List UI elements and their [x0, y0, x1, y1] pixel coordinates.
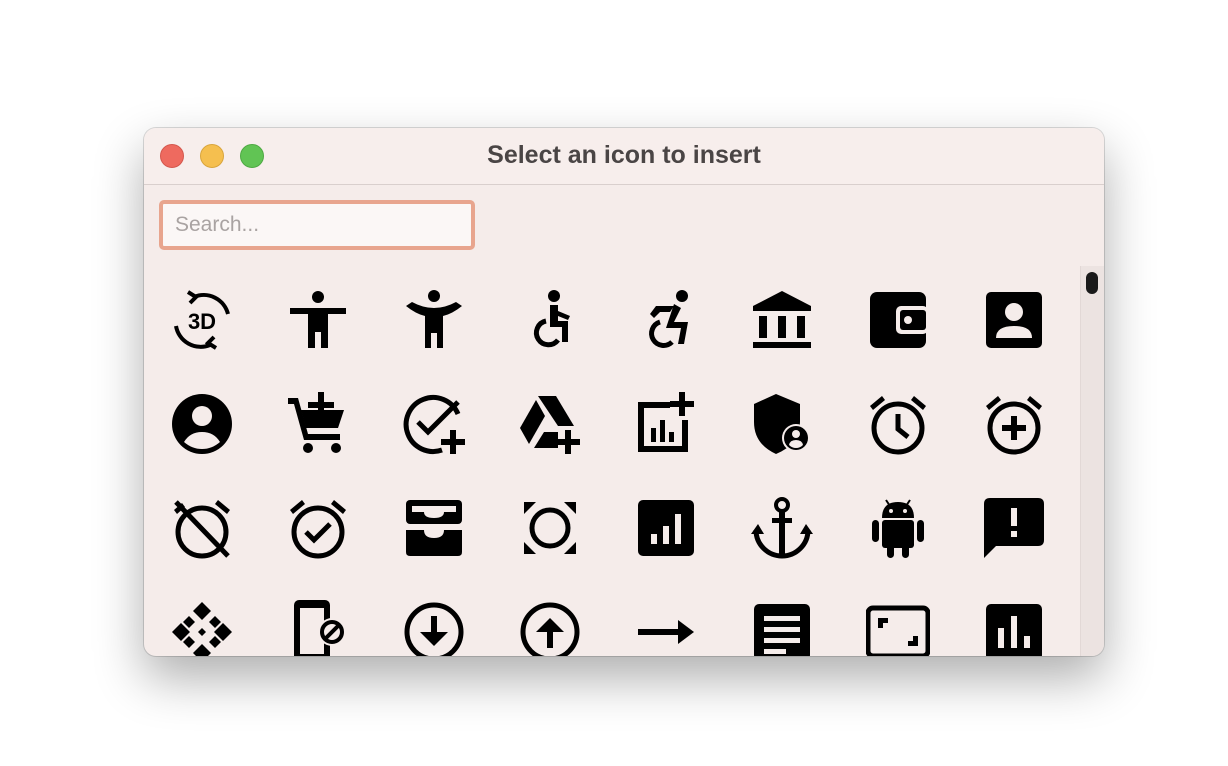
all-inbox-icon: [406, 500, 462, 556]
icon-cell[interactable]: [956, 268, 1072, 372]
add-shopping-cart-icon: [288, 392, 344, 453]
assessment-icon: [986, 604, 1042, 656]
arrow-circle-up-icon: [520, 602, 580, 656]
add-task-icon: [403, 395, 465, 454]
3d-rotation-icon: 3D: [174, 290, 230, 350]
accessibility-new-icon: [406, 290, 462, 348]
article-icon: [754, 604, 810, 656]
alarm-add-icon: [986, 396, 1042, 455]
icon-cell[interactable]: [724, 372, 840, 476]
icon-cell[interactable]: [724, 580, 840, 656]
account-balance-wallet-icon: [870, 292, 928, 348]
icon-cell[interactable]: [956, 476, 1072, 580]
icon-cell[interactable]: [956, 580, 1072, 656]
account-box-icon: [986, 292, 1042, 348]
icon-cell[interactable]: [144, 580, 260, 656]
icon-cell[interactable]: [840, 476, 956, 580]
anchor-icon: [751, 497, 813, 559]
icon-cell[interactable]: [608, 268, 724, 372]
alarm-icon: [870, 396, 926, 455]
icon-cell[interactable]: [376, 268, 492, 372]
android-icon: [872, 499, 924, 558]
icon-cell[interactable]: [840, 372, 956, 476]
icon-cell[interactable]: [840, 580, 956, 656]
icon-cell[interactable]: [144, 476, 260, 580]
analytics-icon: [638, 500, 694, 556]
aspect-ratio-icon: [866, 605, 930, 656]
icon-cell[interactable]: [492, 580, 608, 656]
icon-cell[interactable]: [724, 476, 840, 580]
admin-panel-settings-icon: [754, 394, 810, 454]
icon-cell[interactable]: [492, 476, 608, 580]
account-balance-icon: [753, 291, 811, 348]
alarm-off-icon: [174, 500, 230, 559]
icon-cell[interactable]: [376, 476, 492, 580]
icon-cell[interactable]: [260, 372, 376, 476]
arrow-right-alt-icon: [638, 620, 694, 644]
title-bar: Select an icon to insert: [144, 128, 1104, 185]
icon-cell[interactable]: [840, 268, 956, 372]
icon-cell[interactable]: [608, 372, 724, 476]
alarm-on-icon: [290, 500, 346, 559]
icon-cell[interactable]: [608, 476, 724, 580]
all-out-icon: [524, 502, 576, 554]
icon-cell[interactable]: [260, 476, 376, 580]
icon-cell[interactable]: [260, 268, 376, 372]
icon-cell[interactable]: [376, 372, 492, 476]
icon-picker-window: Select an icon to insert 3D: [144, 128, 1104, 656]
window-title: Select an icon to insert: [487, 141, 761, 169]
icon-grid: 3D: [144, 268, 1080, 656]
account-circle-icon: [172, 394, 232, 454]
icon-cell[interactable]: [492, 268, 608, 372]
icon-cell[interactable]: [260, 580, 376, 656]
icon-cell[interactable]: [144, 372, 260, 476]
icon-cell[interactable]: [608, 580, 724, 656]
add-to-drive-icon: [520, 396, 580, 454]
addchart-icon: [638, 392, 694, 452]
svg-text:3D: 3D: [188, 309, 216, 334]
scrollbar-thumb[interactable]: [1086, 272, 1098, 294]
arrow-circle-down-icon: [404, 602, 464, 656]
accessible-forward-icon: [649, 290, 688, 348]
accessible-icon: [533, 290, 570, 348]
search-input[interactable]: [159, 200, 475, 250]
accessibility-icon: [290, 291, 346, 348]
icon-cell[interactable]: [724, 268, 840, 372]
icon-cell[interactable]: [492, 372, 608, 476]
icon-cell[interactable]: [376, 580, 492, 656]
announcement-icon: [984, 498, 1044, 558]
icon-cell[interactable]: 3D: [144, 268, 260, 372]
app-blocking-icon: [294, 600, 346, 656]
scrollbar[interactable]: [1080, 266, 1104, 656]
icon-cell[interactable]: [956, 372, 1072, 476]
api-icon: [172, 602, 232, 656]
